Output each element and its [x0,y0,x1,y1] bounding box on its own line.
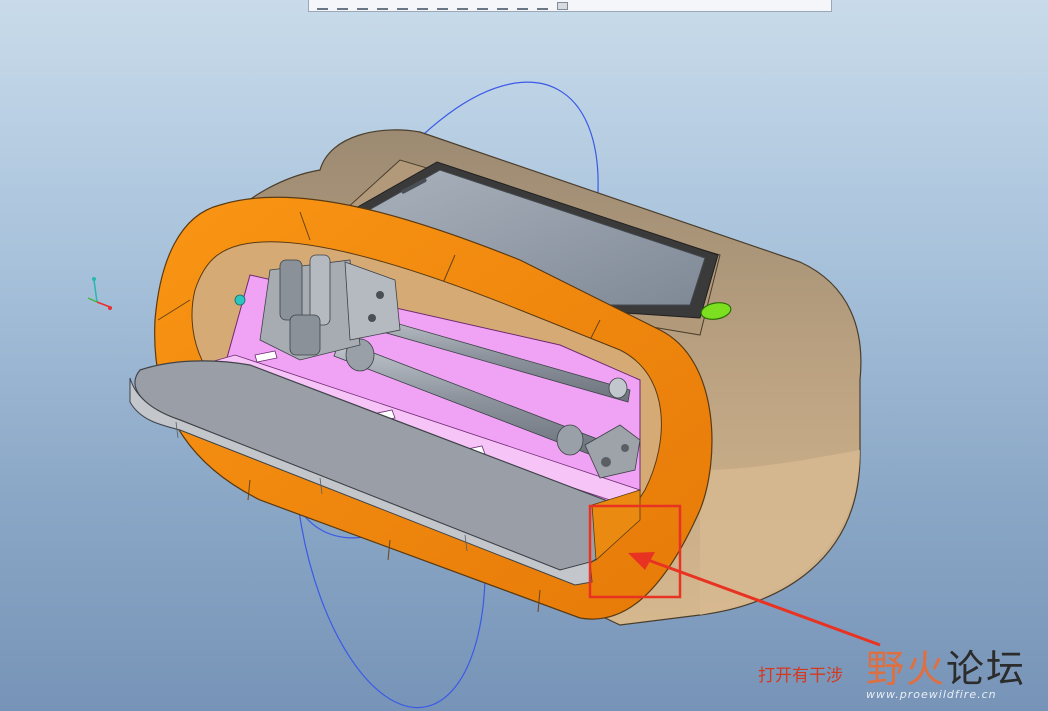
bracket-hole [601,457,611,467]
csys-triad [87,277,112,310]
interference-caption: 打开有干涉 [758,666,843,686]
model-viewport[interactable] [0,0,1048,711]
logo-wild-text: 野火 [866,647,947,691]
watermark-url: www.proewildfire.cn [866,688,997,701]
watermark-logo: 野火论坛 [866,638,1026,693]
sensor-marker [234,294,246,306]
bracket-hole [621,444,629,452]
roller-end [608,377,628,399]
rail-end-right [556,424,584,456]
printer-body[interactable] [129,129,862,626]
logo-forum-text: 论坛 [946,647,1027,691]
